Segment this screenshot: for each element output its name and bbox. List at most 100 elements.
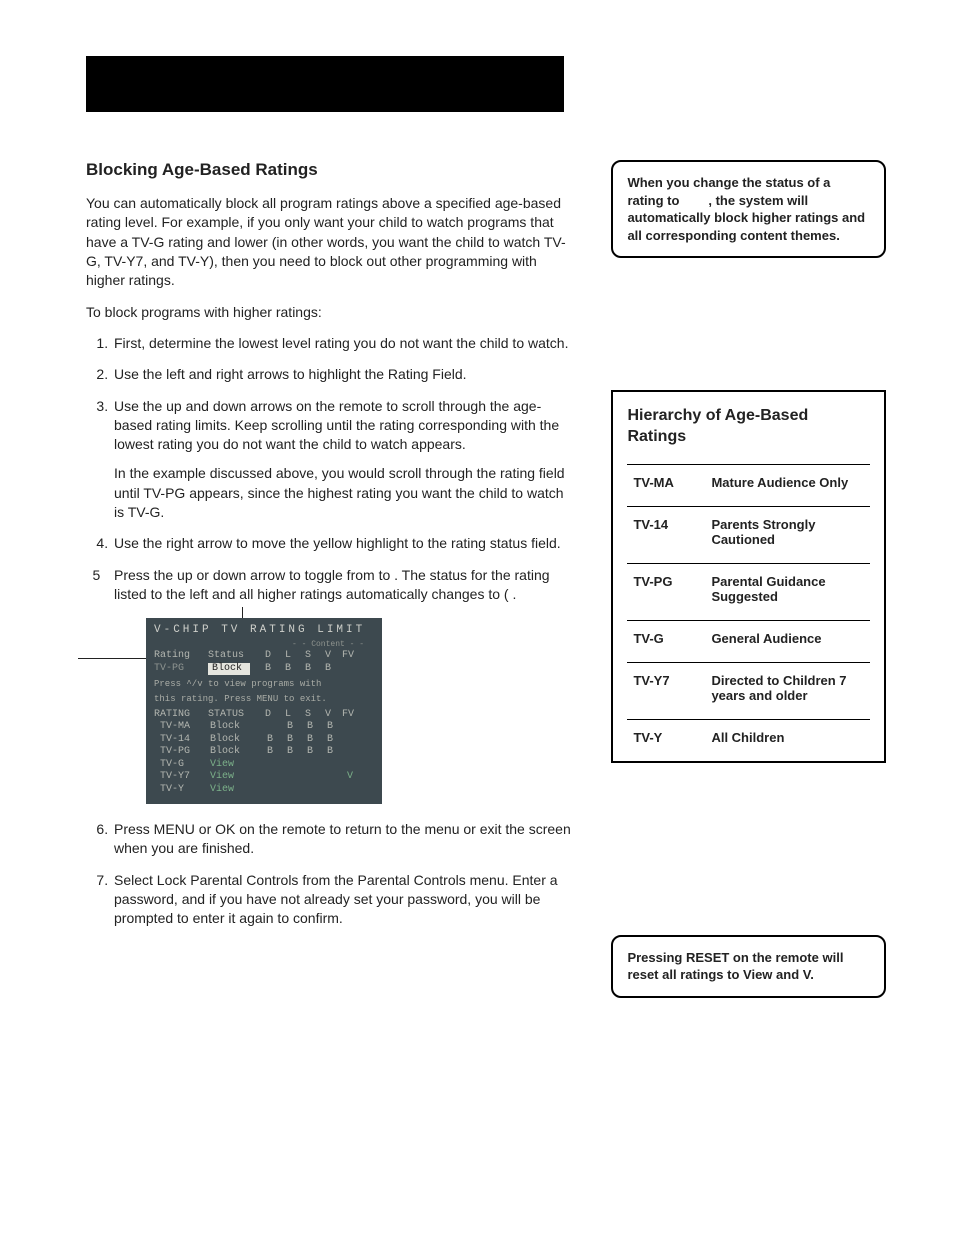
menu-row-l: B	[280, 734, 300, 747]
step-3-sub: In the example discussed above, you woul…	[114, 464, 571, 522]
menu-row-fv	[340, 784, 360, 797]
menu-help-2: this rating. Press MENU to exit.	[154, 694, 374, 705]
menu-row-rating: TV-MA	[154, 721, 210, 734]
hierarchy-row: TV-PGParental Guidance Suggested	[627, 563, 870, 620]
hierarchy-desc: Parental Guidance Suggested	[705, 563, 870, 620]
hierarchy-row: TV-GGeneral Audience	[627, 620, 870, 662]
steps-list-cont: Press MENU or OK on the remote to return…	[86, 820, 571, 929]
menu-list-col-l: L	[278, 709, 298, 722]
lead-paragraph: To block programs with higher ratings:	[86, 303, 571, 322]
menu-row: TV-MABlockBBB	[154, 721, 374, 734]
menu-row-l	[280, 771, 300, 784]
step-6: Press MENU or OK on the remote to return…	[112, 820, 571, 859]
menu-sel-fv	[338, 663, 358, 676]
menu-row-d	[260, 784, 280, 797]
menu-row-d	[260, 721, 280, 734]
menu-row-d: B	[260, 734, 280, 747]
menu-help-1: Press ^/v to view programs with	[154, 679, 374, 690]
menu-row-v: B	[320, 734, 340, 747]
menu-content-label: - - Content - -	[154, 640, 364, 650]
menu-list-hdr-status: STATUS	[208, 709, 258, 722]
hierarchy-row: TV-YAll Children	[627, 719, 870, 761]
menu-row-l	[280, 784, 300, 797]
callout-status-change: When you change the status of a rating t…	[611, 160, 886, 258]
menu-col-d: D	[258, 650, 278, 663]
intro-paragraph: You can automatically block all program …	[86, 194, 571, 291]
menu-row-v	[320, 784, 340, 797]
menu-row-rating: TV-PG	[154, 746, 210, 759]
callout-pointer-horizontal	[78, 658, 152, 659]
step-2: Use the left and right arrows to highlig…	[112, 365, 571, 384]
hierarchy-desc: General Audience	[705, 620, 870, 662]
hierarchy-desc: Directed to Children 7 years and older	[705, 662, 870, 719]
menu-sel-rating: TV-PG	[154, 663, 208, 676]
menu-row-v: B	[320, 746, 340, 759]
callout1-blank	[683, 193, 708, 208]
menu-list-col-v: V	[318, 709, 338, 722]
hierarchy-desc: Parents Strongly Cautioned	[705, 506, 870, 563]
menu-sel-s: B	[298, 663, 318, 676]
hierarchy-code: TV-Y7	[627, 662, 705, 719]
menu-row-rating: TV-Y7	[154, 771, 210, 784]
hierarchy-box: Hierarchy of Age-Based Ratings TV-MAMatu…	[611, 390, 886, 763]
menu-row-rating: TV-Y	[154, 784, 210, 797]
steps-list: First, determine the lowest level rating…	[86, 334, 571, 604]
menu-row-s: B	[300, 734, 320, 747]
menu-sel-l: B	[278, 663, 298, 676]
menu-row-status: View	[210, 784, 260, 797]
menu-row-s	[300, 771, 320, 784]
menu-row-d	[260, 771, 280, 784]
section-heading: Blocking Age-Based Ratings	[86, 160, 571, 180]
menu-row-status: View	[210, 771, 260, 784]
menu-row-rating: TV-14	[154, 734, 210, 747]
menu-col-v: V	[318, 650, 338, 663]
step-3: Use the up and down arrows on the remote…	[112, 397, 571, 523]
menu-hdr-status: Status	[208, 650, 258, 663]
menu-row: TV-GView	[154, 759, 374, 772]
menu-row-d	[260, 759, 280, 772]
menu-row-v: B	[320, 721, 340, 734]
menu-row: TV-Y7View V	[154, 771, 374, 784]
header-band	[86, 56, 564, 112]
menu-row-fv	[340, 759, 360, 772]
menu-col-s: S	[298, 650, 318, 663]
hierarchy-code: TV-14	[627, 506, 705, 563]
menu-row-l: B	[280, 746, 300, 759]
menu-row: TV-PGBlockBBBB	[154, 746, 374, 759]
step-1: First, determine the lowest level rating…	[112, 334, 571, 353]
menu-list-hdr-rating: RATING	[154, 709, 208, 722]
menu-hdr-rating: Rating	[154, 650, 208, 663]
menu-row-s: B	[300, 746, 320, 759]
menu-row-fv: V	[340, 771, 360, 784]
menu-row-status: View	[210, 759, 260, 772]
menu-list-col-s: S	[298, 709, 318, 722]
menu-list-col-fv: FV	[338, 709, 358, 722]
menu-title: V-CHIP TV RATING LIMIT	[154, 624, 374, 638]
menu-row-d: B	[260, 746, 280, 759]
vchip-menu-illustration: V-CHIP TV RATING LIMIT - - Content - - R…	[146, 618, 382, 804]
hierarchy-desc: All Children	[705, 719, 870, 761]
hierarchy-desc: Mature Audience Only	[705, 464, 870, 506]
step-7: Select Lock Parental Controls from the P…	[112, 871, 571, 929]
menu-list-col-d: D	[258, 709, 278, 722]
menu-sel-v: B	[318, 663, 338, 676]
menu-row: TV-YView	[154, 784, 374, 797]
menu-sel-status: Block	[208, 663, 250, 676]
menu-sel-d: B	[258, 663, 278, 676]
hierarchy-row: TV-14Parents Strongly Cautioned	[627, 506, 870, 563]
menu-row-l	[280, 759, 300, 772]
hierarchy-code: TV-MA	[627, 464, 705, 506]
menu-row-s	[300, 784, 320, 797]
hierarchy-code: TV-G	[627, 620, 705, 662]
menu-row-rating: TV-G	[154, 759, 210, 772]
hierarchy-code: TV-Y	[627, 719, 705, 761]
menu-row-v	[320, 771, 340, 784]
menu-row-status: Block	[210, 721, 260, 734]
menu-row-v	[320, 759, 340, 772]
menu-row-fv	[340, 746, 360, 759]
vchip-menu: V-CHIP TV RATING LIMIT - - Content - - R…	[146, 618, 382, 804]
hierarchy-row: TV-MAMature Audience Only	[627, 464, 870, 506]
menu-col-fv: FV	[338, 650, 358, 663]
menu-row-fv	[340, 734, 360, 747]
menu-row-fv	[340, 721, 360, 734]
